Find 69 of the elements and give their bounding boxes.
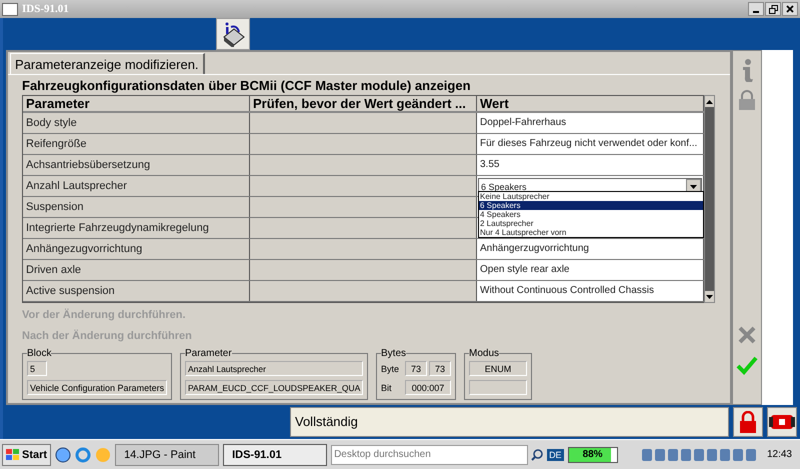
close-button[interactable] [782,2,798,16]
block-number-field: 5 [27,361,47,376]
table-cell: Suspension [23,197,250,217]
tab[interactable]: Parameteranzeige modifizieren. [10,53,205,74]
step-label: Vor der Änderung durchführen. [21,308,187,323]
table-cell: Driven axle [23,260,250,280]
dropdown-option[interactable]: 6 Speakers [479,201,703,210]
taskbar-item[interactable]: IDS-91.01 [223,444,328,466]
group-title: Parameter [185,348,232,359]
section-heading: Fahrzeugkonfigurationsdaten über BCMii (CCF Master module) anzeigen [21,77,472,95]
restore-icon [768,4,778,14]
search-field[interactable]: Desktop durchsuchen [331,444,528,464]
taskbar-item[interactable]: 14.JPG - Paint [115,444,220,466]
check-icon [736,355,758,375]
table-cell: Integrierte Fahrzeugdynamikregelung [23,218,250,238]
lock-button[interactable] [733,407,763,437]
table-cell: Reifengröße [23,134,250,154]
lock-icon [738,90,756,110]
table-cell: Active suspension [23,281,250,301]
dropdown-option[interactable]: 4 Speakers [479,210,703,219]
start-button[interactable]: Start [2,444,52,466]
table-cell: Without Continuous Controlled Chassis [477,281,704,301]
dropdown-option[interactable]: 2 Lautsprecher [479,219,703,228]
search-icon [531,448,544,460]
cross-icon [737,325,757,345]
clock: 12:43 [766,449,793,460]
group-title: Block [27,348,52,359]
battery-reading: 88% [582,448,604,462]
toolbar-button[interactable] [216,18,250,50]
language-indicator[interactable]: DE [547,448,564,460]
system-tray-icons[interactable] [642,448,756,460]
minimize-button[interactable] [748,2,764,16]
table-cell: Anhängezugvorrichtung [23,239,250,259]
group-title: Bytes [381,348,406,359]
dropdown-option[interactable]: Nur 4 Lautsprecher vorn [479,228,703,237]
table-cell: Für dieses Fahrzeug nicht verwendet oder konf... [477,134,704,154]
group-title: Modus [469,348,500,359]
column-header[interactable]: Parameter [23,96,250,111]
window-icon [2,2,18,16]
windows-logo-icon [6,448,20,460]
byte-field: 73 [405,361,427,376]
table-cell: 3.55 [477,155,704,175]
byte-label: Byte [381,364,400,374]
parameter-code-field: PARAM_EUCD_CCF_LOUDSPEAKER_QUA [185,380,363,395]
lock-icon [739,411,757,433]
mode-field: ENUM [469,361,527,376]
dropdown-option[interactable]: Keine Lautsprecher [479,192,703,201]
table-cell: Anhängerzugvorrichtung [477,239,704,259]
column-header[interactable]: Prüfen, bevor der Wert geändert ... [250,96,477,111]
scroll-up-icon [705,96,714,107]
parameter-name-field: Anzahl Lautsprecher [185,361,363,376]
bit-label: Bit [381,382,393,392]
window-title: IDS-91.01 [22,3,69,15]
status-field: Vollständig [290,407,729,437]
scrollbar[interactable] [704,95,715,303]
table-cell: Body style [23,113,250,133]
table-cell: Achsantriebsübersetzung [23,155,250,175]
table-cell: Doppel-Fahrerhaus [477,113,704,133]
close-icon [786,5,794,13]
mode-empty-field [469,380,527,395]
bit-field: 000:007 [405,380,451,395]
byte-field: 73 [429,361,451,376]
vehicle-button[interactable] [767,407,797,437]
table-cell: Open style rear axle [477,260,704,280]
table-cell: Anzahl Lautsprecher [23,176,250,196]
block-name-field: Vehicle Configuration Parameters [27,380,167,395]
step-label: Nach der Änderung durchführen [21,328,193,344]
restore-button[interactable] [765,2,781,16]
scroll-down-icon [705,291,714,302]
